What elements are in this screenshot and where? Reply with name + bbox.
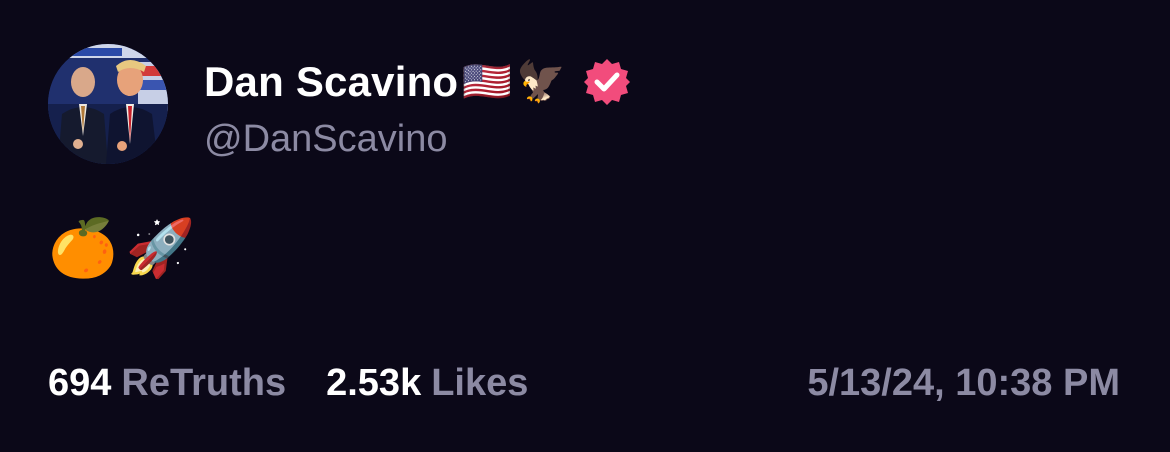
verified-badge-icon — [583, 59, 630, 105]
author-name-row: Dan Scavino 🇺🇸 🦅 — [204, 54, 632, 110]
post-stats: 694 ReTruths 2.53k Likes — [48, 362, 528, 405]
author-display-name[interactable]: Dan Scavino — [204, 58, 458, 106]
post-timestamp[interactable]: 5/13/24, 10:38 PM — [807, 362, 1120, 405]
likes-count: 2.53k — [326, 362, 422, 404]
us-flag-emoji: 🇺🇸 — [462, 60, 513, 104]
likes-stat[interactable]: 2.53k Likes — [326, 362, 528, 405]
retruths-count: 694 — [48, 362, 112, 404]
author-handle[interactable]: @DanScavino — [204, 118, 447, 161]
retruths-stat[interactable]: 694 ReTruths — [48, 362, 286, 405]
author-avatar[interactable] — [48, 44, 168, 164]
truth-post-card: Dan Scavino 🇺🇸 🦅 @DanScavino 🍊 🚀 694 ReTr… — [0, 0, 1170, 452]
eagle-emoji: 🦅 — [516, 60, 566, 104]
retruths-label: ReTruths — [121, 362, 287, 404]
likes-label: Likes — [431, 362, 529, 404]
tangerine-emoji: 🍊 — [48, 216, 118, 279]
rocket-emoji: 🚀 — [125, 216, 196, 279]
avatar-photo-icon — [48, 44, 168, 164]
post-body: 🍊 🚀 — [48, 220, 195, 276]
